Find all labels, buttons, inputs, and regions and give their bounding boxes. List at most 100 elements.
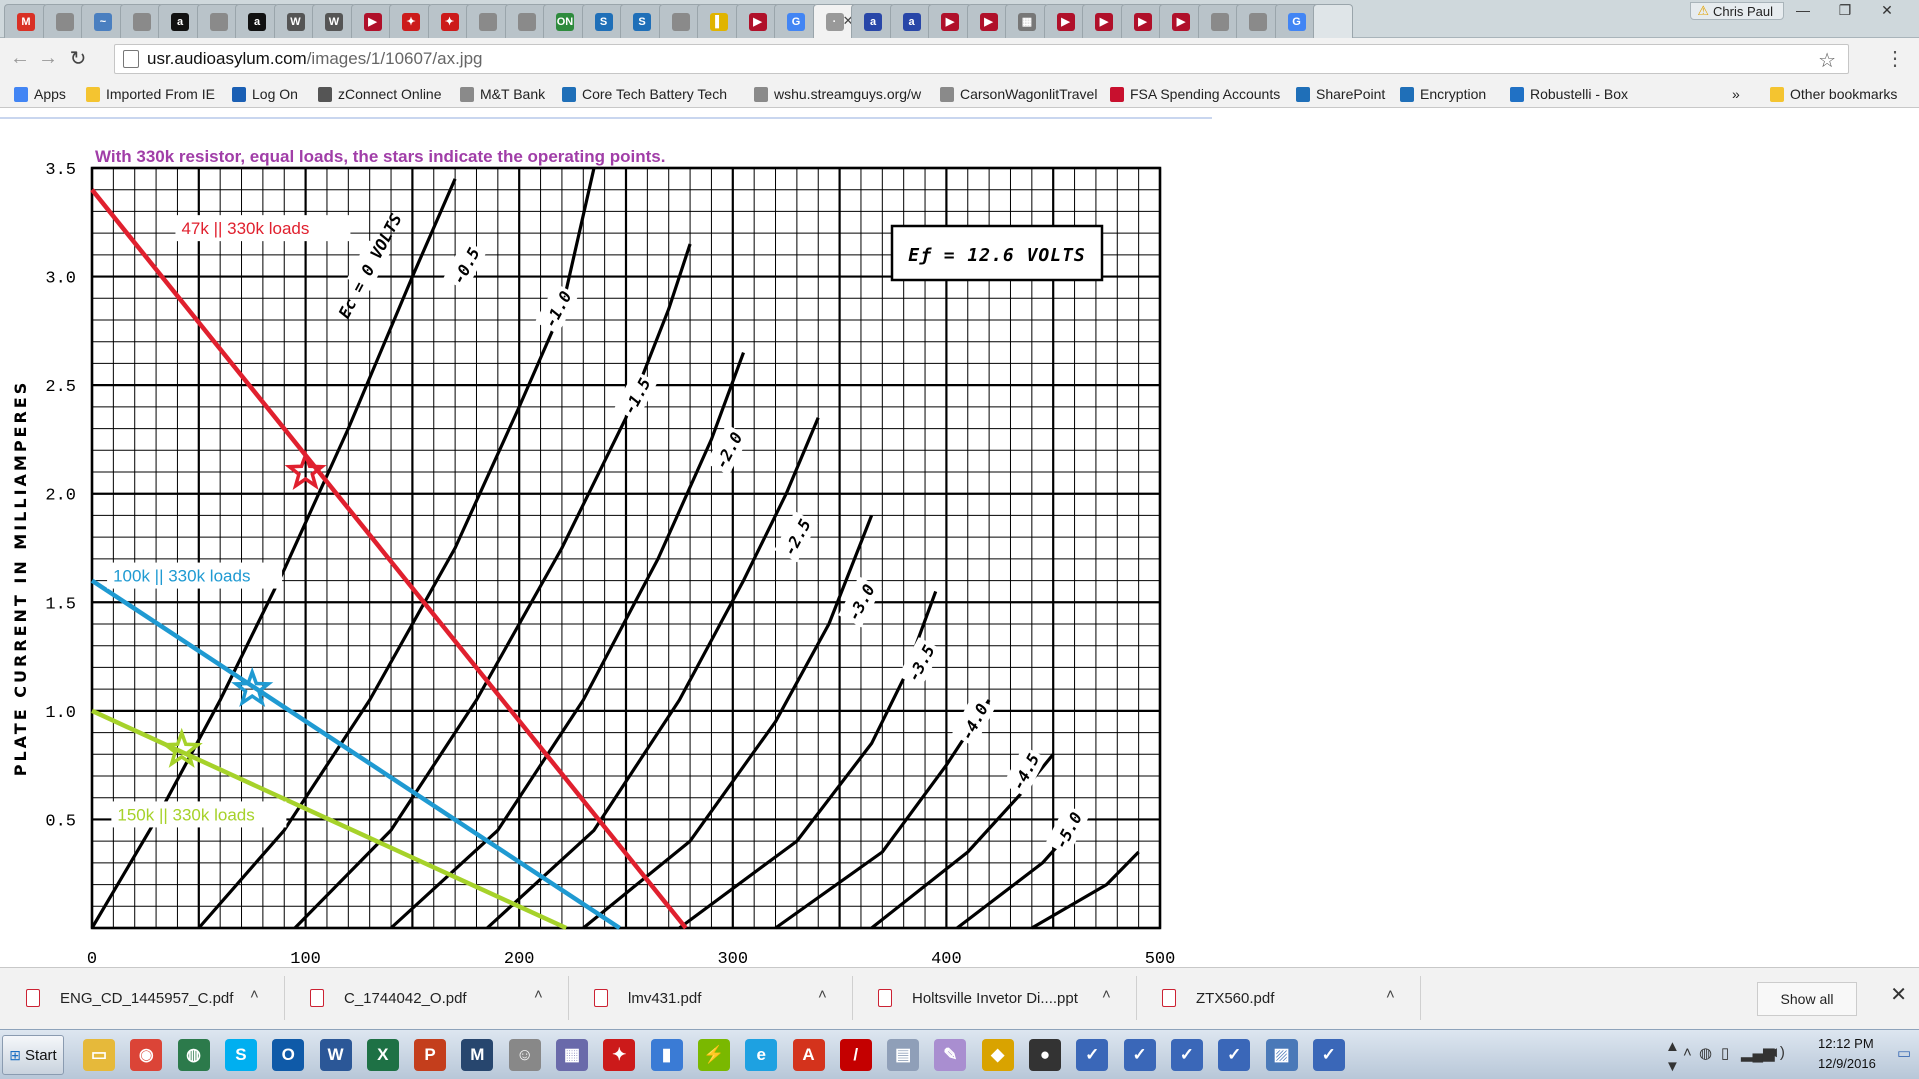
minimize-icon[interactable]: — <box>1783 0 1823 20</box>
bookmark-item[interactable]: M&T Bank <box>460 84 545 104</box>
download-item[interactable]: Holtsville Invetor Di....ppt <box>878 980 1078 1016</box>
browser-tab[interactable]: a <box>889 4 934 38</box>
address-bar[interactable]: usr.audioasylum.com/images/1/10607/ax.jp… <box>114 44 1849 74</box>
device-icon[interactable]: ▯ <box>1721 1044 1729 1062</box>
clock-time[interactable]: 12:12 PM <box>1818 1036 1874 1051</box>
close-window-icon[interactable]: ✕ <box>1867 0 1907 20</box>
bookmark-item[interactable]: SharePoint <box>1296 84 1385 104</box>
taskbar-app-button[interactable]: W <box>315 1036 357 1074</box>
taskbar-app-button[interactable]: ✓ <box>1213 1036 1255 1074</box>
bookmark-item[interactable]: Encryption <box>1400 84 1486 104</box>
forward-arrow-icon[interactable]: → <box>36 46 60 70</box>
start-button[interactable]: ⊞ Start <box>2 1035 64 1075</box>
taskbar-app-button[interactable]: S <box>220 1036 262 1074</box>
taskbar-app-button[interactable]: ◉ <box>125 1036 167 1074</box>
browser-tab[interactable] <box>119 4 164 38</box>
download-item[interactable]: ZTX560.pdf <box>1162 980 1274 1016</box>
reload-icon[interactable]: ↻ <box>66 46 90 70</box>
browser-tab[interactable]: G <box>1274 4 1319 38</box>
profile-button[interactable]: ⚠ Chris Paul <box>1690 2 1784 20</box>
bookmark-item[interactable]: Robustelli - Box <box>1510 84 1628 104</box>
taskbar-app-button[interactable]: ✓ <box>1308 1036 1350 1074</box>
bookmark-item[interactable]: Apps <box>14 84 66 104</box>
download-item[interactable]: lmv431.pdf <box>594 980 701 1016</box>
browser-tab[interactable]: S <box>581 4 626 38</box>
download-item[interactable]: ENG_CD_1445957_C.pdf <box>26 980 233 1016</box>
browser-tab[interactable]: M <box>4 4 48 38</box>
other-bookmarks-folder[interactable]: Other bookmarks <box>1770 84 1897 104</box>
browser-tab[interactable]: ▶ <box>735 4 780 38</box>
taskbar-app-button[interactable]: O <box>267 1036 309 1074</box>
browser-tab[interactable]: S <box>620 4 664 38</box>
taskbar-app-button[interactable]: ✦ <box>598 1036 640 1074</box>
browser-tab[interactable] <box>196 4 241 38</box>
download-options-chevron-icon[interactable]: ˄ <box>250 986 259 1003</box>
back-arrow-icon[interactable]: ← <box>8 46 32 70</box>
browser-tab[interactable]: a <box>851 4 895 38</box>
volume-icon[interactable]: ◄) <box>1765 1044 1785 1061</box>
taskbar-app-button[interactable]: ✎ <box>929 1036 971 1074</box>
browser-tab[interactable]: W <box>312 4 356 38</box>
maximize-icon[interactable]: ❐ <box>1825 0 1865 20</box>
taskbar-app-button[interactable]: ◍ <box>173 1036 215 1074</box>
download-item[interactable]: C_1744042_O.pdf <box>310 980 467 1016</box>
browser-tab[interactable]: · ✕ <box>812 4 857 38</box>
browser-tab[interactable]: a <box>235 4 279 38</box>
clock-date[interactable]: 12/9/2016 <box>1818 1056 1876 1071</box>
show-hidden-icons-icon[interactable]: ˄ <box>1683 1044 1692 1061</box>
new-tab-button[interactable] <box>1313 4 1353 38</box>
download-options-chevron-icon[interactable]: ˄ <box>818 986 827 1003</box>
browser-tab[interactable]: ▦ <box>1005 4 1049 38</box>
browser-tab[interactable] <box>466 4 510 38</box>
network-icon[interactable]: ◍ <box>1699 1044 1712 1062</box>
show-all-downloads-button[interactable]: Show all <box>1757 982 1857 1016</box>
bookmark-item[interactable]: zConnect Online <box>318 84 442 104</box>
browser-tab[interactable]: ▶ <box>966 4 1011 38</box>
show-desktop-icon[interactable]: ▭ <box>1897 1044 1911 1062</box>
taskbar-app-button[interactable]: X <box>362 1036 404 1074</box>
browser-tab[interactable] <box>658 4 703 38</box>
taskbar-app-button[interactable]: ✓ <box>1071 1036 1113 1074</box>
browser-tab[interactable]: ▶ <box>928 4 972 38</box>
taskbar-app-button[interactable]: ☺ <box>504 1036 546 1074</box>
browser-tab[interactable] <box>1197 4 1242 38</box>
taskbar-app-button[interactable]: P <box>409 1036 451 1074</box>
browser-tab[interactable]: ▶ <box>1082 4 1126 38</box>
chrome-menu-icon[interactable]: ⋮ <box>1885 46 1905 71</box>
scroll-up-icon[interactable]: ▲ <box>1665 1038 1680 1055</box>
browser-tab[interactable]: ✦ <box>389 4 433 38</box>
taskbar-app-button[interactable]: ● <box>1024 1036 1066 1074</box>
download-options-chevron-icon[interactable]: ˄ <box>1386 986 1395 1003</box>
bookmark-item[interactable]: CarsonWagonlitTravel <box>940 84 1097 104</box>
taskbar-app-button[interactable]: M <box>456 1036 498 1074</box>
browser-tab[interactable]: ✦ <box>427 4 472 38</box>
bookmark-item[interactable]: Log On <box>232 84 298 104</box>
browser-tab[interactable] <box>504 4 549 38</box>
browser-tab[interactable] <box>42 4 87 38</box>
bookmark-item[interactable]: wshu.streamguys.org/w <box>754 84 921 104</box>
browser-tab[interactable]: ▶ <box>350 4 395 38</box>
taskbar-app-button[interactable]: ▮ <box>646 1036 688 1074</box>
close-downloads-icon[interactable]: ✕ <box>1890 982 1907 1007</box>
download-options-chevron-icon[interactable]: ˄ <box>534 986 543 1003</box>
taskbar-app-button[interactable]: ▤ <box>882 1036 924 1074</box>
browser-tab[interactable]: a <box>158 4 202 38</box>
taskbar-app-button[interactable]: ✓ <box>1166 1036 1208 1074</box>
taskbar-app-button[interactable]: ▭ <box>78 1036 120 1074</box>
browser-tab[interactable]: G <box>774 4 818 38</box>
scroll-down-icon[interactable]: ▼ <box>1665 1058 1680 1075</box>
taskbar-app-button[interactable]: ◆ <box>977 1036 1019 1074</box>
bookmark-item[interactable]: Core Tech Battery Tech <box>562 84 727 104</box>
bookmark-item[interactable]: Imported From IE <box>86 84 215 104</box>
taskbar-app-button[interactable]: ▦ <box>551 1036 593 1074</box>
taskbar-app-button[interactable]: ✓ <box>1119 1036 1161 1074</box>
taskbar-app-button[interactable]: / <box>835 1036 877 1074</box>
download-options-chevron-icon[interactable]: ˄ <box>1102 986 1111 1003</box>
browser-tab[interactable]: ON <box>543 4 587 38</box>
taskbar-app-button[interactable]: ⚡ <box>693 1036 735 1074</box>
bookmark-star-icon[interactable]: ☆ <box>1818 48 1836 73</box>
bookmarks-overflow-button[interactable]: » <box>1732 84 1740 104</box>
browser-tab[interactable]: ▶ <box>1043 4 1088 38</box>
taskbar-app-button[interactable]: A <box>788 1036 830 1074</box>
taskbar-app-button[interactable]: e <box>740 1036 782 1074</box>
